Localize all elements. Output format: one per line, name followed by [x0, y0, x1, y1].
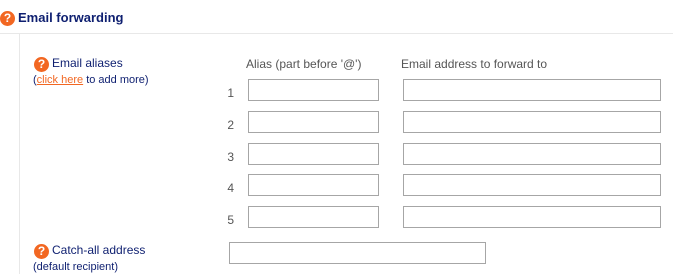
alias-input[interactable]	[248, 174, 379, 196]
email-aliases-label: Email aliases	[52, 56, 123, 70]
forward-email-input[interactable]	[403, 206, 661, 228]
alias-input[interactable]	[248, 143, 379, 165]
catchall-input[interactable]	[229, 242, 486, 264]
section-divider	[0, 33, 673, 34]
forward-email-input[interactable]	[403, 174, 661, 196]
alias-input[interactable]	[248, 79, 379, 101]
catchall-label: Catch-all address	[52, 243, 146, 257]
question-circle-icon[interactable]: ?	[34, 244, 49, 259]
section-title: Email forwarding	[18, 10, 124, 25]
add-more-link[interactable]: click here	[37, 74, 83, 86]
hint-close: to add more)	[83, 74, 149, 86]
panel-left-border	[19, 34, 20, 274]
row-number: 3	[227, 150, 234, 164]
row-number: 4	[227, 181, 234, 195]
alias-input[interactable]	[248, 111, 379, 133]
forward-email-input[interactable]	[403, 143, 661, 165]
add-more-hint: (click here to add more)	[33, 74, 149, 86]
alias-input[interactable]	[248, 206, 379, 228]
forward-email-input[interactable]	[403, 111, 661, 133]
question-circle-icon[interactable]: ?	[0, 11, 15, 26]
catchall-sublabel: (default recipient)	[33, 261, 118, 273]
email-forwarding-page: ? Email forwarding ? Email aliases (clic…	[0, 0, 673, 274]
row-number: 5	[227, 213, 234, 227]
row-number: 1	[227, 86, 234, 100]
email-column-header: Email address to forward to	[401, 57, 548, 71]
forward-email-input[interactable]	[403, 79, 661, 101]
alias-column-header: Alias (part before '@')	[246, 57, 362, 71]
question-circle-icon[interactable]: ?	[34, 57, 49, 72]
row-number: 2	[227, 118, 234, 132]
